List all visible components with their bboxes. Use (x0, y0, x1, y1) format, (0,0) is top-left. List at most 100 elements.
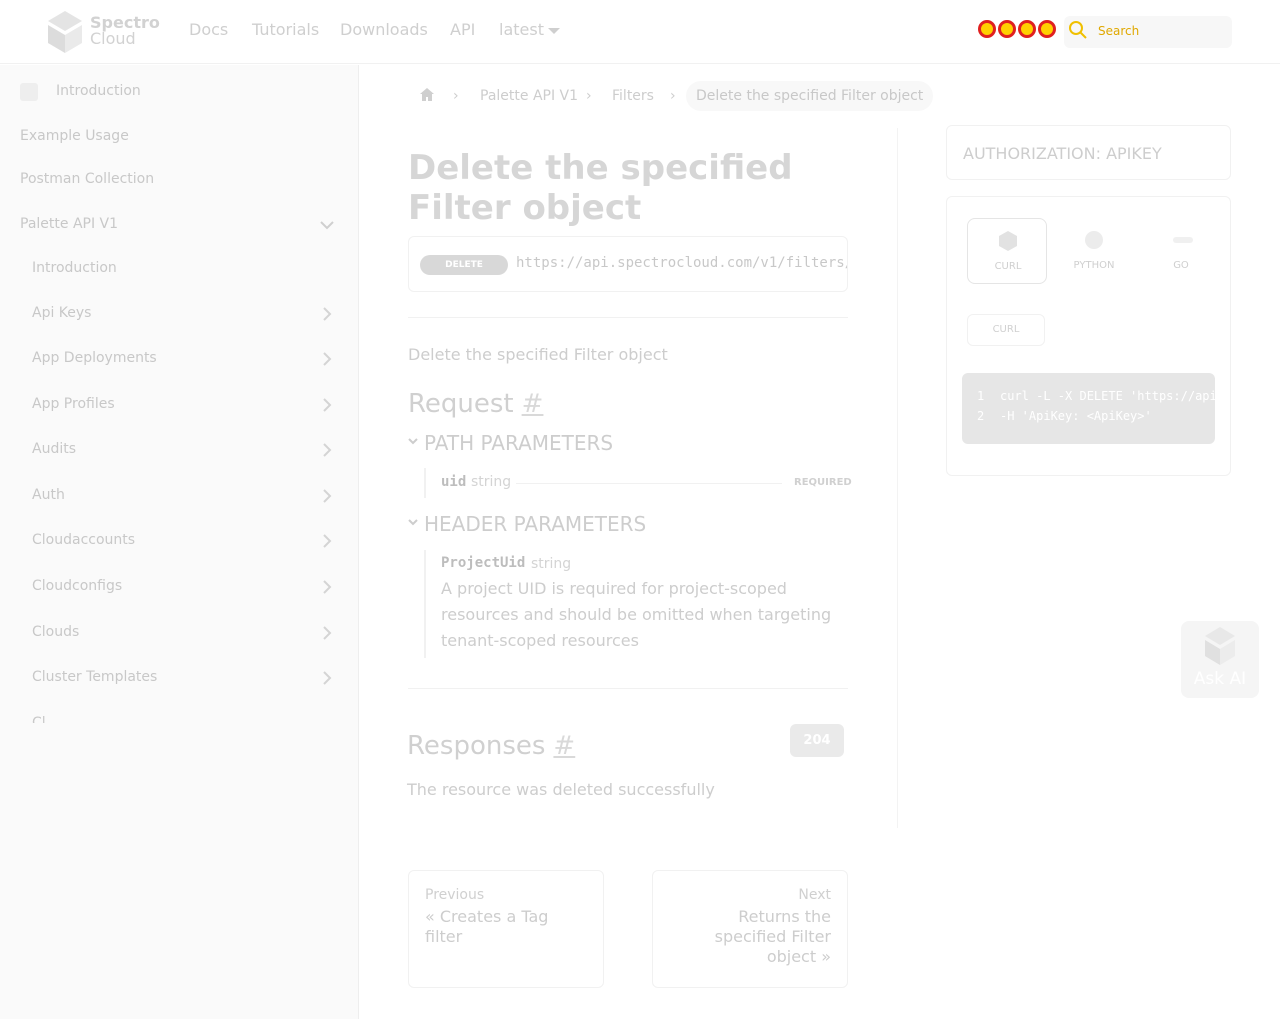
theme-toggle-icon[interactable] (1018, 20, 1036, 38)
required-badge: REQUIRED (794, 477, 852, 488)
chevron-right-icon[interactable] (320, 352, 334, 366)
breadcrumb-palette-api-v1[interactable]: Palette API V1 (480, 88, 578, 104)
ask-ai-button[interactable]: Ask AI (1181, 621, 1259, 698)
spectro-logo-icon (1205, 627, 1235, 665)
request-anchor-link[interactable]: # (522, 389, 544, 419)
code-sub-tab-curl[interactable]: CURL (967, 314, 1045, 346)
divider (408, 317, 848, 318)
sidebar-item-introduction-top[interactable]: Introduction (56, 83, 141, 99)
response-description: The resource was deleted successfully (407, 780, 715, 799)
sidebar-item-introduction[interactable]: Introduction (32, 260, 117, 276)
sidebar-item-truncated[interactable]: Cl... (32, 715, 59, 723)
chevron-down-icon (408, 519, 418, 526)
path-params-heading: PATH PARAMETERS (424, 431, 614, 455)
sidebar-item-cloudaccounts[interactable]: Cloudaccounts (32, 532, 135, 548)
top-navbar: Spectro Cloud Docs Tutorials Downloads A… (0, 0, 1280, 64)
sidebar-item-clouds[interactable]: Clouds (32, 624, 79, 640)
authorization-title: AUTHORIZATION: APIKEY (963, 144, 1162, 163)
social-links (978, 20, 1058, 44)
sidebar-item-example-usage[interactable]: Example Usage (20, 128, 129, 144)
responses-heading: Responses # (407, 731, 575, 761)
param-projectuid-type: string (531, 556, 572, 572)
endpoint-url[interactable]: https://api.spectrocloud.com/v1/filters/ (516, 255, 847, 271)
sidebar-item-auth[interactable]: Auth (32, 487, 65, 503)
breadcrumb-separator-icon: › (453, 88, 459, 104)
pagination-next-label: Next (798, 887, 831, 903)
chevron-right-icon[interactable] (320, 626, 334, 640)
code-block[interactable]: 1 curl -L -X DELETE 'https://api.spectro… (962, 373, 1215, 444)
spectro-cloud-logo[interactable]: Spectro Cloud (46, 11, 166, 53)
chevron-right-icon[interactable] (320, 489, 334, 503)
sidebar-item-cloudconfigs[interactable]: Cloudconfigs (32, 578, 122, 594)
chevron-right-icon[interactable] (320, 534, 334, 548)
discord-icon[interactable] (998, 20, 1016, 38)
search-bar[interactable] (1064, 16, 1232, 48)
github-icon[interactable] (978, 20, 996, 38)
contrast-icon[interactable] (1038, 20, 1056, 38)
endpoint-description: Delete the specified Filter object (408, 345, 668, 364)
code-text: curl -L -X DELETE 'https://api.spectrocl… (1000, 389, 1215, 403)
caret-down-icon (547, 27, 560, 34)
pagination-prev-label: Previous (425, 887, 485, 903)
header-params-heading: HEADER PARAMETERS (424, 512, 647, 536)
responses-heading-text: Responses (407, 731, 546, 761)
docs-sidebar: Introduction Example Usage Postman Colle… (0, 65, 359, 1019)
header-params-toggle[interactable]: HEADER PARAMETERS (408, 512, 646, 536)
logo-line-2: Cloud (90, 29, 136, 48)
sidebar-item-app-deployments[interactable]: App Deployments (32, 350, 157, 366)
chevron-right-icon[interactable] (320, 443, 334, 457)
method-badge: DELETE (420, 255, 508, 275)
line-number: 1 (977, 389, 985, 403)
lang-tab-go[interactable]: GO (1141, 218, 1221, 284)
responses-anchor-link[interactable]: # (553, 731, 575, 761)
sidebar-item-palette-api-v1[interactable]: Palette API V1 (20, 216, 118, 232)
param-projectuid-description: A project UID is required for project-sc… (441, 579, 832, 650)
param-rail (424, 550, 426, 658)
param-uid-name: uid (441, 474, 467, 490)
request-heading: Request # (408, 389, 543, 419)
python-icon (1085, 231, 1103, 249)
line-number: 2 (977, 409, 985, 423)
path-params-toggle[interactable]: PATH PARAMETERS (408, 431, 613, 455)
chevron-down-icon[interactable] (320, 218, 334, 232)
pagination-prev-title: « Creates a Tag filter (425, 907, 549, 946)
nav-docs-link[interactable]: Docs (189, 20, 228, 39)
version-dropdown[interactable]: latest (499, 20, 560, 39)
lang-tab-curl[interactable]: CURL (967, 218, 1047, 284)
chevron-right-icon[interactable] (320, 398, 334, 412)
request-heading-text: Request (408, 389, 514, 419)
breadcrumb-current: Delete the specified Filter object (686, 81, 934, 111)
chevron-right-icon[interactable] (320, 580, 334, 594)
status-code-tab[interactable]: 204 (790, 724, 844, 757)
lang-tab-label: CURL (994, 261, 1022, 272)
ask-ai-label: Ask AI (1193, 669, 1247, 689)
nav-api-link[interactable]: API (450, 20, 475, 39)
param-separator (516, 483, 782, 484)
code-text: -H 'ApiKey: <ApiKey>' (1000, 409, 1152, 423)
curl-icon (999, 231, 1017, 251)
sidebar-item-audits[interactable]: Audits (32, 441, 76, 457)
lang-tab-label: PYTHON (1073, 260, 1115, 271)
breadcrumb-filters[interactable]: Filters (612, 88, 654, 104)
lang-tab-python[interactable]: PYTHON (1054, 218, 1134, 284)
sidebar-item-api-keys[interactable]: Api Keys (32, 305, 91, 321)
pagination-next[interactable]: Next Returns the specified Filter object… (652, 870, 848, 988)
home-icon[interactable] (418, 86, 436, 104)
chevron-right-icon[interactable] (320, 307, 334, 321)
search-icon (1069, 21, 1087, 39)
endpoint-box: DELETE https://api.spectrocloud.com/v1/f… (408, 236, 848, 292)
nav-downloads-link[interactable]: Downloads (340, 20, 428, 39)
pagination-previous[interactable]: Previous « Creates a Tag filter (408, 870, 604, 988)
sidebar-item-cluster-templates[interactable]: Cluster Templates (32, 669, 157, 685)
spectro-logo-icon (48, 11, 82, 53)
nav-tutorials-link[interactable]: Tutorials (252, 20, 319, 39)
param-uid-type: string (471, 474, 512, 490)
authorization-card[interactable]: AUTHORIZATION: APIKEY (946, 125, 1231, 180)
search-placeholder: Search (1098, 24, 1140, 38)
param-rail (424, 468, 426, 498)
logo-wordmark: Spectro Cloud (90, 15, 160, 47)
go-icon (1173, 237, 1193, 243)
sidebar-item-app-profiles[interactable]: App Profiles (32, 396, 115, 412)
sidebar-item-postman-collection[interactable]: Postman Collection (20, 171, 154, 187)
chevron-right-icon[interactable] (320, 671, 334, 685)
